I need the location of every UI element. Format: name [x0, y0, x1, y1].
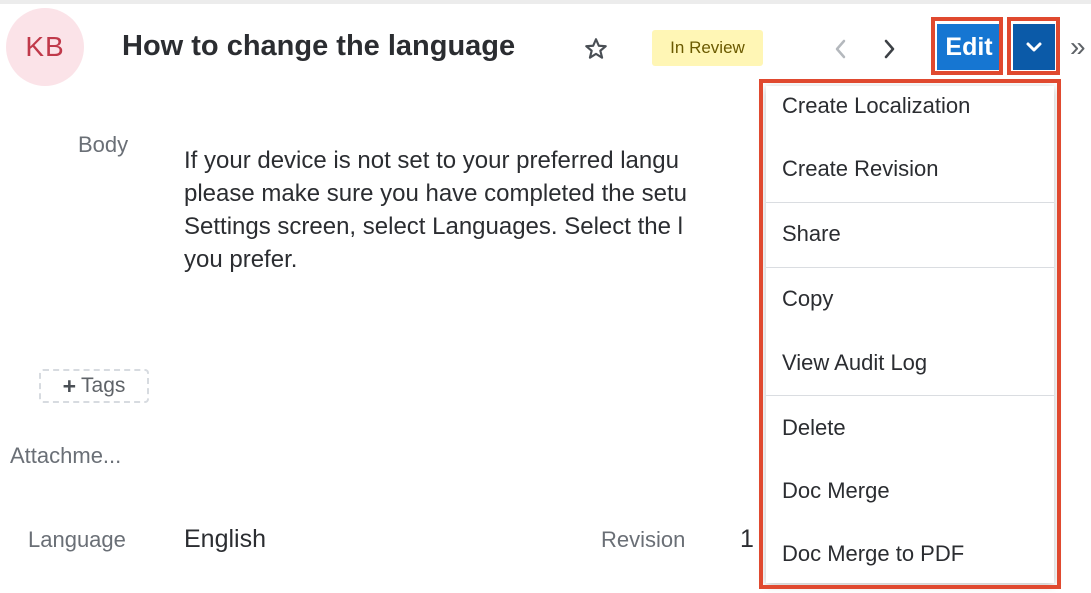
- language-value: English: [184, 525, 266, 553]
- body-line: Settings screen, select Languages. Selec…: [184, 213, 683, 240]
- body-line: you prefer.: [184, 246, 298, 273]
- body-line: please make sure you have completed the …: [184, 180, 687, 207]
- attachments-label: Attachme...: [10, 443, 122, 468]
- double-chevron-right-icon[interactable]: »: [1070, 32, 1091, 62]
- top-edge: [0, 0, 1091, 4]
- dropdown-highlight: [759, 79, 1061, 589]
- body-text: If your device is not set to your prefer…: [184, 144, 764, 278]
- page-title: How to change the language: [122, 30, 516, 62]
- star-icon[interactable]: [583, 36, 609, 62]
- language-label: Language: [28, 527, 126, 552]
- previous-record-button[interactable]: [828, 36, 854, 62]
- revision-value: 1: [740, 525, 754, 553]
- body-line: If your device is not set to your prefer…: [184, 147, 679, 174]
- avatar: KB: [6, 8, 84, 86]
- plus-icon: +: [62, 372, 77, 399]
- record-view: KB How to change the language In Review …: [0, 0, 1091, 593]
- chevron-right-icon: [884, 39, 895, 59]
- next-record-button[interactable]: [876, 36, 902, 62]
- edit-button-highlight: [931, 17, 1003, 75]
- body-label: Body: [78, 132, 129, 157]
- revision-label: Revision: [601, 527, 686, 552]
- chevron-left-icon: [835, 39, 846, 59]
- add-tags-button[interactable]: + Tags: [39, 369, 149, 403]
- status-badge: In Review: [652, 30, 763, 66]
- actions-dropdown-highlight: [1007, 17, 1060, 75]
- tags-label: Tags: [81, 374, 126, 397]
